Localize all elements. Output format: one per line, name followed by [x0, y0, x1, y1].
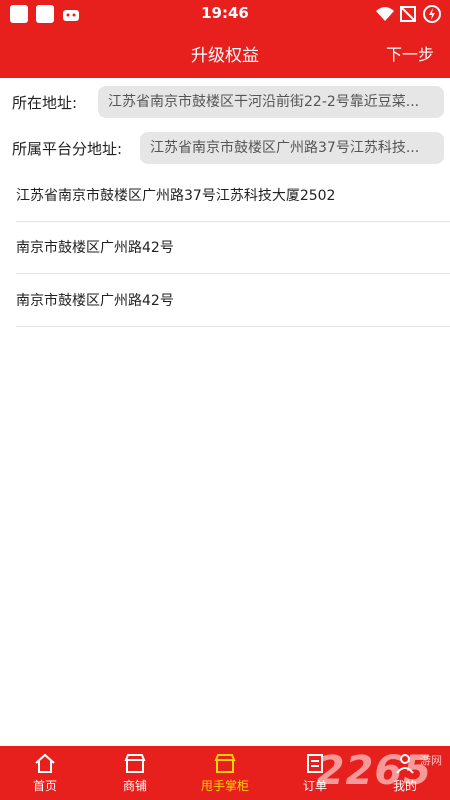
- title-bar: 升级权益 下一步: [0, 28, 450, 78]
- address-label: 所在地址:: [12, 94, 78, 112]
- tab-label: 首页: [32, 779, 57, 793]
- tab-label: 商铺: [122, 779, 147, 793]
- watermark-subtext: 游网: [420, 754, 442, 767]
- status-bar: 19:46: [0, 0, 450, 28]
- tab-home[interactable]: 首页: [0, 746, 90, 800]
- address-row: 所在地址: 江苏省南京市鼓楼区干河沿前街22-2号靠近豆菜...: [0, 80, 450, 124]
- platform-address-row: 所属平台分地址: 江苏省南京市鼓楼区广州路37号江苏科技...: [0, 126, 450, 170]
- tab-store[interactable]: 商铺: [90, 746, 180, 800]
- tab-shopkeeper[interactable]: 甩手掌柜: [180, 746, 270, 800]
- signal-off-icon: [400, 6, 416, 22]
- address-option[interactable]: 南京市鼓楼区广州路42号: [16, 222, 450, 274]
- address-option[interactable]: 江苏省南京市鼓楼区广州路37号江苏科技大厦2502: [16, 170, 450, 222]
- platform-address-label: 所属平台分地址:: [12, 140, 123, 158]
- store-icon: [124, 754, 146, 773]
- battery-charging-icon: [423, 5, 441, 23]
- address-field[interactable]: 江苏省南京市鼓楼区干河沿前街22-2号靠近豆菜...: [98, 86, 444, 118]
- platform-address-field[interactable]: 江苏省南京市鼓楼区广州路37号江苏科技...: [140, 132, 444, 164]
- tab-label: 甩手掌柜: [200, 779, 249, 793]
- page-title: 升级权益: [191, 46, 259, 66]
- watermark: 2265: [316, 748, 432, 794]
- address-option[interactable]: 南京市鼓楼区广州路42号: [16, 275, 450, 327]
- wifi-icon: [376, 7, 394, 21]
- next-step-button[interactable]: 下一步: [386, 41, 434, 65]
- shopkeeper-icon: [214, 754, 236, 773]
- home-icon: [35, 753, 55, 773]
